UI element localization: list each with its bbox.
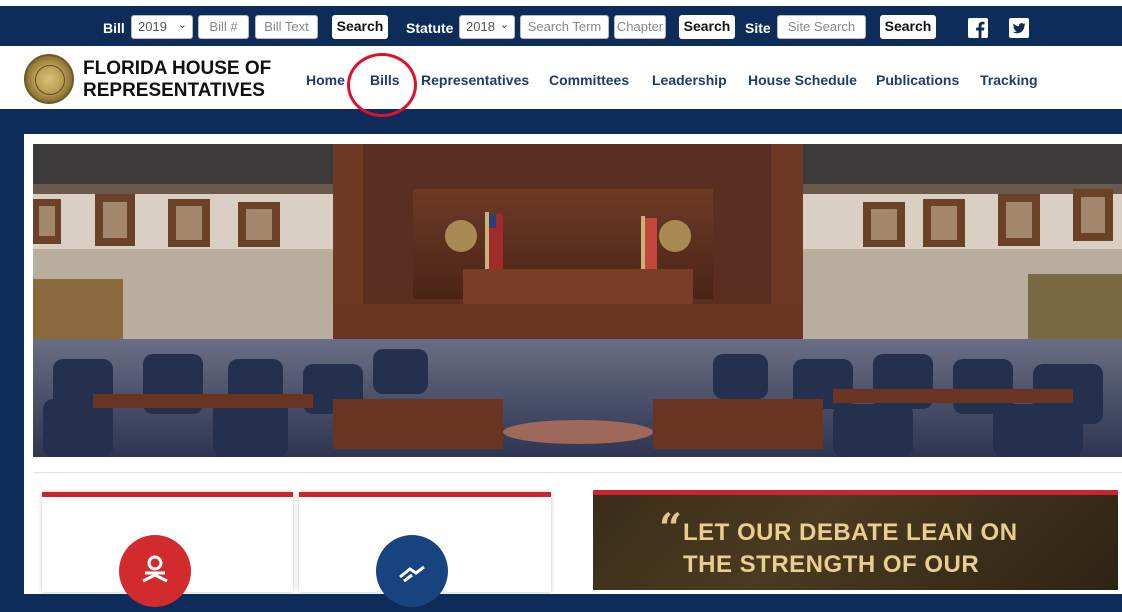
house-chamber-hero-image [33,144,1122,457]
search-term-input[interactable]: Search Term [520,15,609,39]
brand-line-1: FLORIDA HOUSE OF [83,58,272,79]
statute-year-select[interactable]: 2018 ⌄ [459,15,515,39]
chevron-down-icon: ⌄ [499,19,509,31]
statute-year-value: 2018 [466,19,495,34]
chapter-input[interactable]: Chapter [614,15,666,39]
bill-year-select[interactable]: 2019 ⌄ [131,15,193,39]
quote-banner[interactable]: “ LET OUR DEBATE LEAN ON THE STRENGTH OF… [593,490,1118,590]
section-divider [33,472,1122,473]
site-logo-text[interactable]: FLORIDA HOUSE OF REPRESENTATIVES [83,58,271,102]
site-label: Site [745,20,771,36]
twitter-icon[interactable] [1009,18,1029,38]
bill-label: Bill [103,20,125,36]
top-search-bar: Bill 2019 ⌄ Bill # Bill Text Search Stat… [0,0,1122,46]
quote-text: LET OUR DEBATE LEAN ON THE STRENGTH OF O… [683,517,1018,581]
feature-tile-2[interactable] [299,492,551,607]
quote-mark: “ [659,505,683,552]
reader-icon [119,535,191,607]
nav-tracking[interactable]: Tracking [980,72,1038,88]
nav-house-schedule[interactable]: House Schedule [748,72,857,88]
facebook-icon[interactable] [968,18,988,38]
nav-committees[interactable]: Committees [549,72,629,88]
nav-publications[interactable]: Publications [876,72,959,88]
statute-search-button[interactable]: Search [679,15,735,39]
site-search-input[interactable]: Site Search [777,15,866,39]
annotation-circle [347,53,417,117]
bill-year-value: 2019 [138,19,167,34]
chevron-down-icon: ⌄ [177,19,187,31]
bill-text-input[interactable]: Bill Text [255,15,318,39]
nav-home[interactable]: Home [306,72,345,88]
seal-icon[interactable] [24,54,74,104]
feature-tile-1[interactable] [42,492,293,607]
nav-representatives[interactable]: Representatives [421,72,529,88]
main-navbar: FLORIDA HOUSE OF REPRESENTATIVES Home Bi… [0,46,1122,109]
bill-number-input[interactable]: Bill # [198,15,249,39]
site-search-button[interactable]: Search [880,15,936,39]
quote-line-2: THE STRENGTH OF OUR [683,551,980,578]
bill-search-button[interactable]: Search [332,15,388,39]
nav-leadership[interactable]: Leadership [652,72,727,88]
handshake-icon [376,535,448,607]
quote-line-1: LET OUR DEBATE LEAN ON [683,519,1018,546]
statute-label: Statute [406,20,454,36]
brand-line-2: REPRESENTATIVES [83,80,265,101]
